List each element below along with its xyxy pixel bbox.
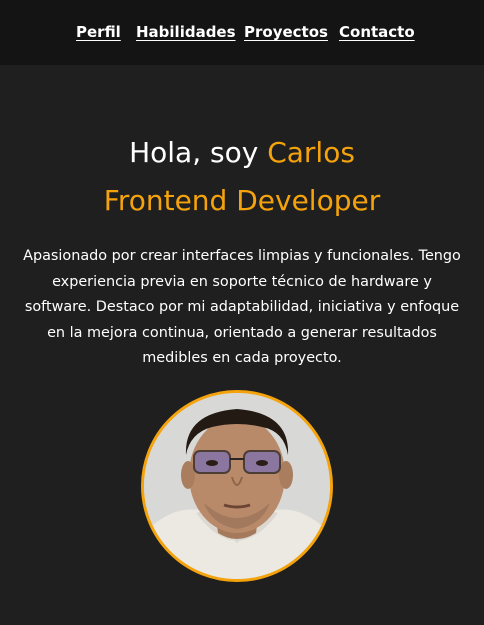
hero-description: Apasionado por crear interfaces limpias … xyxy=(23,248,461,367)
hero-name: Carlos xyxy=(267,136,355,169)
nav-link-proyectos[interactable]: Proyectos xyxy=(244,23,328,41)
hero-greeting: Hola, soy Carlos xyxy=(0,136,484,170)
nav-link-contacto[interactable]: Contacto xyxy=(339,23,415,41)
hero-role: Frontend Developer xyxy=(103,184,381,217)
hero-greeting-text: Hola, soy xyxy=(129,136,259,169)
profile-avatar xyxy=(141,390,333,582)
nav-link-habilidades[interactable]: Habilidades xyxy=(136,23,236,41)
nav-link-perfil[interactable]: Perfil xyxy=(76,23,121,41)
top-navbar: Perfil Habilidades Proyectos Contacto xyxy=(0,0,484,65)
